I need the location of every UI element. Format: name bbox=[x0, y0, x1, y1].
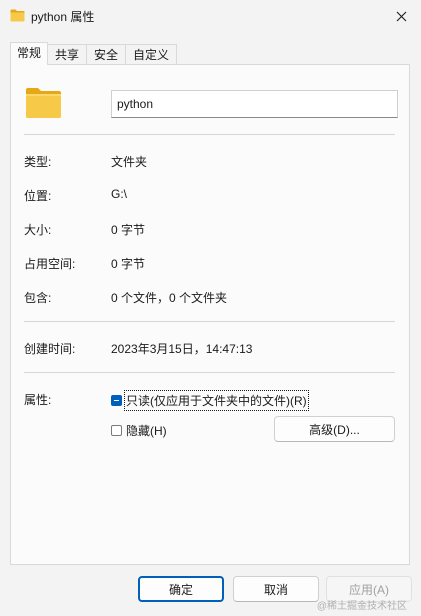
divider bbox=[24, 134, 395, 135]
location-label: 位置: bbox=[24, 189, 52, 203]
created-label: 创建时间: bbox=[24, 342, 76, 356]
folder-icon bbox=[26, 88, 61, 118]
tab-strip: 常规 共享 安全 自定义 bbox=[10, 42, 178, 65]
title-bar: python 属性 bbox=[0, 0, 421, 32]
folder-name-input[interactable] bbox=[111, 90, 398, 118]
type-label: 类型: bbox=[24, 155, 52, 169]
contains-value: 0 个文件，0 个文件夹 bbox=[111, 291, 228, 305]
created-value: 2023年3月15日，14:47:13 bbox=[111, 342, 253, 356]
attributes-label: 属性: bbox=[24, 393, 52, 407]
general-panel: 类型: 文件夹 位置: G:\ 大小: 0 字节 占用空间: 0 字节 包含: … bbox=[10, 64, 410, 565]
readonly-checkbox-label[interactable]: 只读(仅应用于文件夹中的文件)(R) bbox=[124, 389, 309, 411]
close-button[interactable] bbox=[387, 4, 415, 28]
cancel-button[interactable]: 取消 bbox=[233, 576, 319, 602]
close-icon bbox=[396, 11, 406, 21]
tab-sharing[interactable]: 共享 bbox=[47, 44, 88, 64]
readonly-checkbox[interactable] bbox=[111, 394, 122, 406]
type-value: 文件夹 bbox=[111, 155, 148, 169]
size-on-disk-label: 占用空间: bbox=[24, 257, 76, 271]
hidden-checkbox-row[interactable]: 隐藏(H) bbox=[111, 422, 168, 438]
ok-button[interactable]: 确定 bbox=[138, 576, 224, 602]
properties-window: python 属性 常规 共享 安全 自定义 类型: 文件夹 位置: G:\ 大… bbox=[0, 0, 421, 616]
tab-customize[interactable]: 自定义 bbox=[125, 44, 178, 64]
hidden-checkbox[interactable] bbox=[111, 424, 122, 436]
tab-security[interactable]: 安全 bbox=[86, 44, 127, 64]
divider bbox=[24, 321, 395, 322]
window-title: python 属性 bbox=[31, 10, 95, 24]
divider bbox=[24, 372, 395, 373]
location-value: G:\ bbox=[111, 187, 128, 201]
contains-label: 包含: bbox=[24, 291, 52, 305]
size-on-disk-value: 0 字节 bbox=[111, 257, 146, 271]
tab-general[interactable]: 常规 bbox=[10, 42, 49, 65]
readonly-checkbox-row[interactable]: 只读(仅应用于文件夹中的文件)(R) bbox=[111, 389, 309, 411]
advanced-button[interactable]: 高级(D)... bbox=[274, 416, 395, 442]
hidden-checkbox-label[interactable]: 隐藏(H) bbox=[125, 421, 168, 440]
size-label: 大小: bbox=[24, 223, 52, 237]
folder-icon bbox=[10, 9, 25, 22]
size-value: 0 字节 bbox=[111, 223, 146, 237]
watermark: @稀土掘金技术社区 bbox=[316, 601, 407, 612]
